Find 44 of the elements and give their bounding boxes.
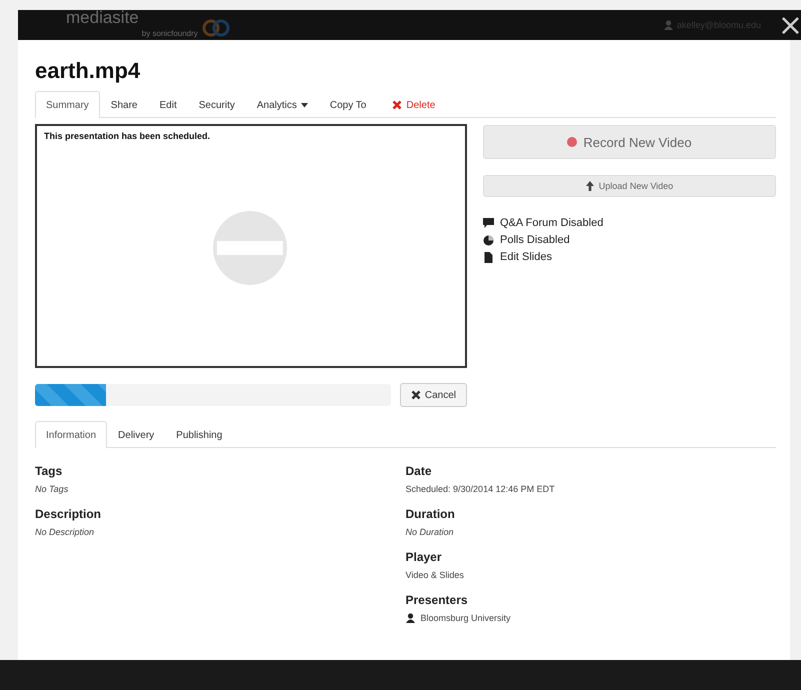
close-button[interactable]: × bbox=[774, 12, 801, 40]
delete-icon bbox=[392, 100, 402, 110]
player-message: This presentation has been scheduled. bbox=[43, 130, 212, 143]
tab[interactable]: Edit bbox=[148, 91, 188, 118]
feature-label[interactable]: Polls Disabled bbox=[500, 234, 570, 246]
field-value: No Duration bbox=[406, 527, 454, 537]
tab[interactable]: Information bbox=[35, 421, 108, 448]
logo-text: mediasite bbox=[66, 10, 139, 26]
field-value: Bloomsburg University bbox=[420, 613, 511, 623]
document-icon bbox=[483, 252, 494, 262]
field-value: Video & Slides bbox=[406, 570, 464, 580]
caret-icon bbox=[300, 102, 308, 108]
pie-icon bbox=[483, 234, 494, 246]
tab[interactable]: Summary bbox=[35, 91, 100, 118]
field-heading: Player bbox=[406, 550, 443, 564]
logo-subtitle: by sonicfoundry bbox=[142, 29, 198, 38]
field-value: No Description bbox=[35, 527, 94, 537]
field-heading: Presenters bbox=[406, 593, 469, 607]
user-icon bbox=[664, 20, 673, 30]
upload-button[interactable]: Upload New Video bbox=[483, 175, 776, 197]
feature-label[interactable]: Q&A Forum Disabled bbox=[500, 217, 604, 229]
tab[interactable]: Analytics bbox=[246, 91, 319, 118]
field-heading: Tags bbox=[35, 464, 64, 478]
tab[interactable]: Share bbox=[100, 91, 148, 118]
speech-bubble-icon bbox=[483, 218, 494, 228]
presentation-title: earth.mp4 bbox=[35, 57, 142, 85]
tab[interactable]: Publishing bbox=[165, 421, 234, 448]
tab[interactable]: Delivery bbox=[107, 421, 166, 448]
person-icon bbox=[406, 613, 414, 623]
close-icon bbox=[410, 390, 421, 400]
cancel-button[interactable]: Cancel bbox=[400, 383, 467, 407]
tab[interactable]: Copy To bbox=[318, 91, 378, 118]
field-heading: Description bbox=[35, 507, 102, 521]
upload-icon bbox=[586, 181, 594, 191]
tab[interactable]: Delete bbox=[381, 91, 446, 118]
no-entry-icon bbox=[212, 210, 288, 286]
field-heading: Date bbox=[406, 464, 433, 478]
field-heading: Duration bbox=[406, 507, 456, 521]
tab[interactable]: Security bbox=[188, 91, 246, 118]
logo-icon bbox=[200, 19, 231, 37]
field-value: No Tags bbox=[35, 484, 68, 494]
record-button[interactable]: Record New Video bbox=[483, 125, 776, 159]
feature-label[interactable]: Edit Slides bbox=[500, 251, 552, 263]
field-value: Scheduled: 9/30/2014 12:46 PM EDT bbox=[406, 484, 555, 494]
